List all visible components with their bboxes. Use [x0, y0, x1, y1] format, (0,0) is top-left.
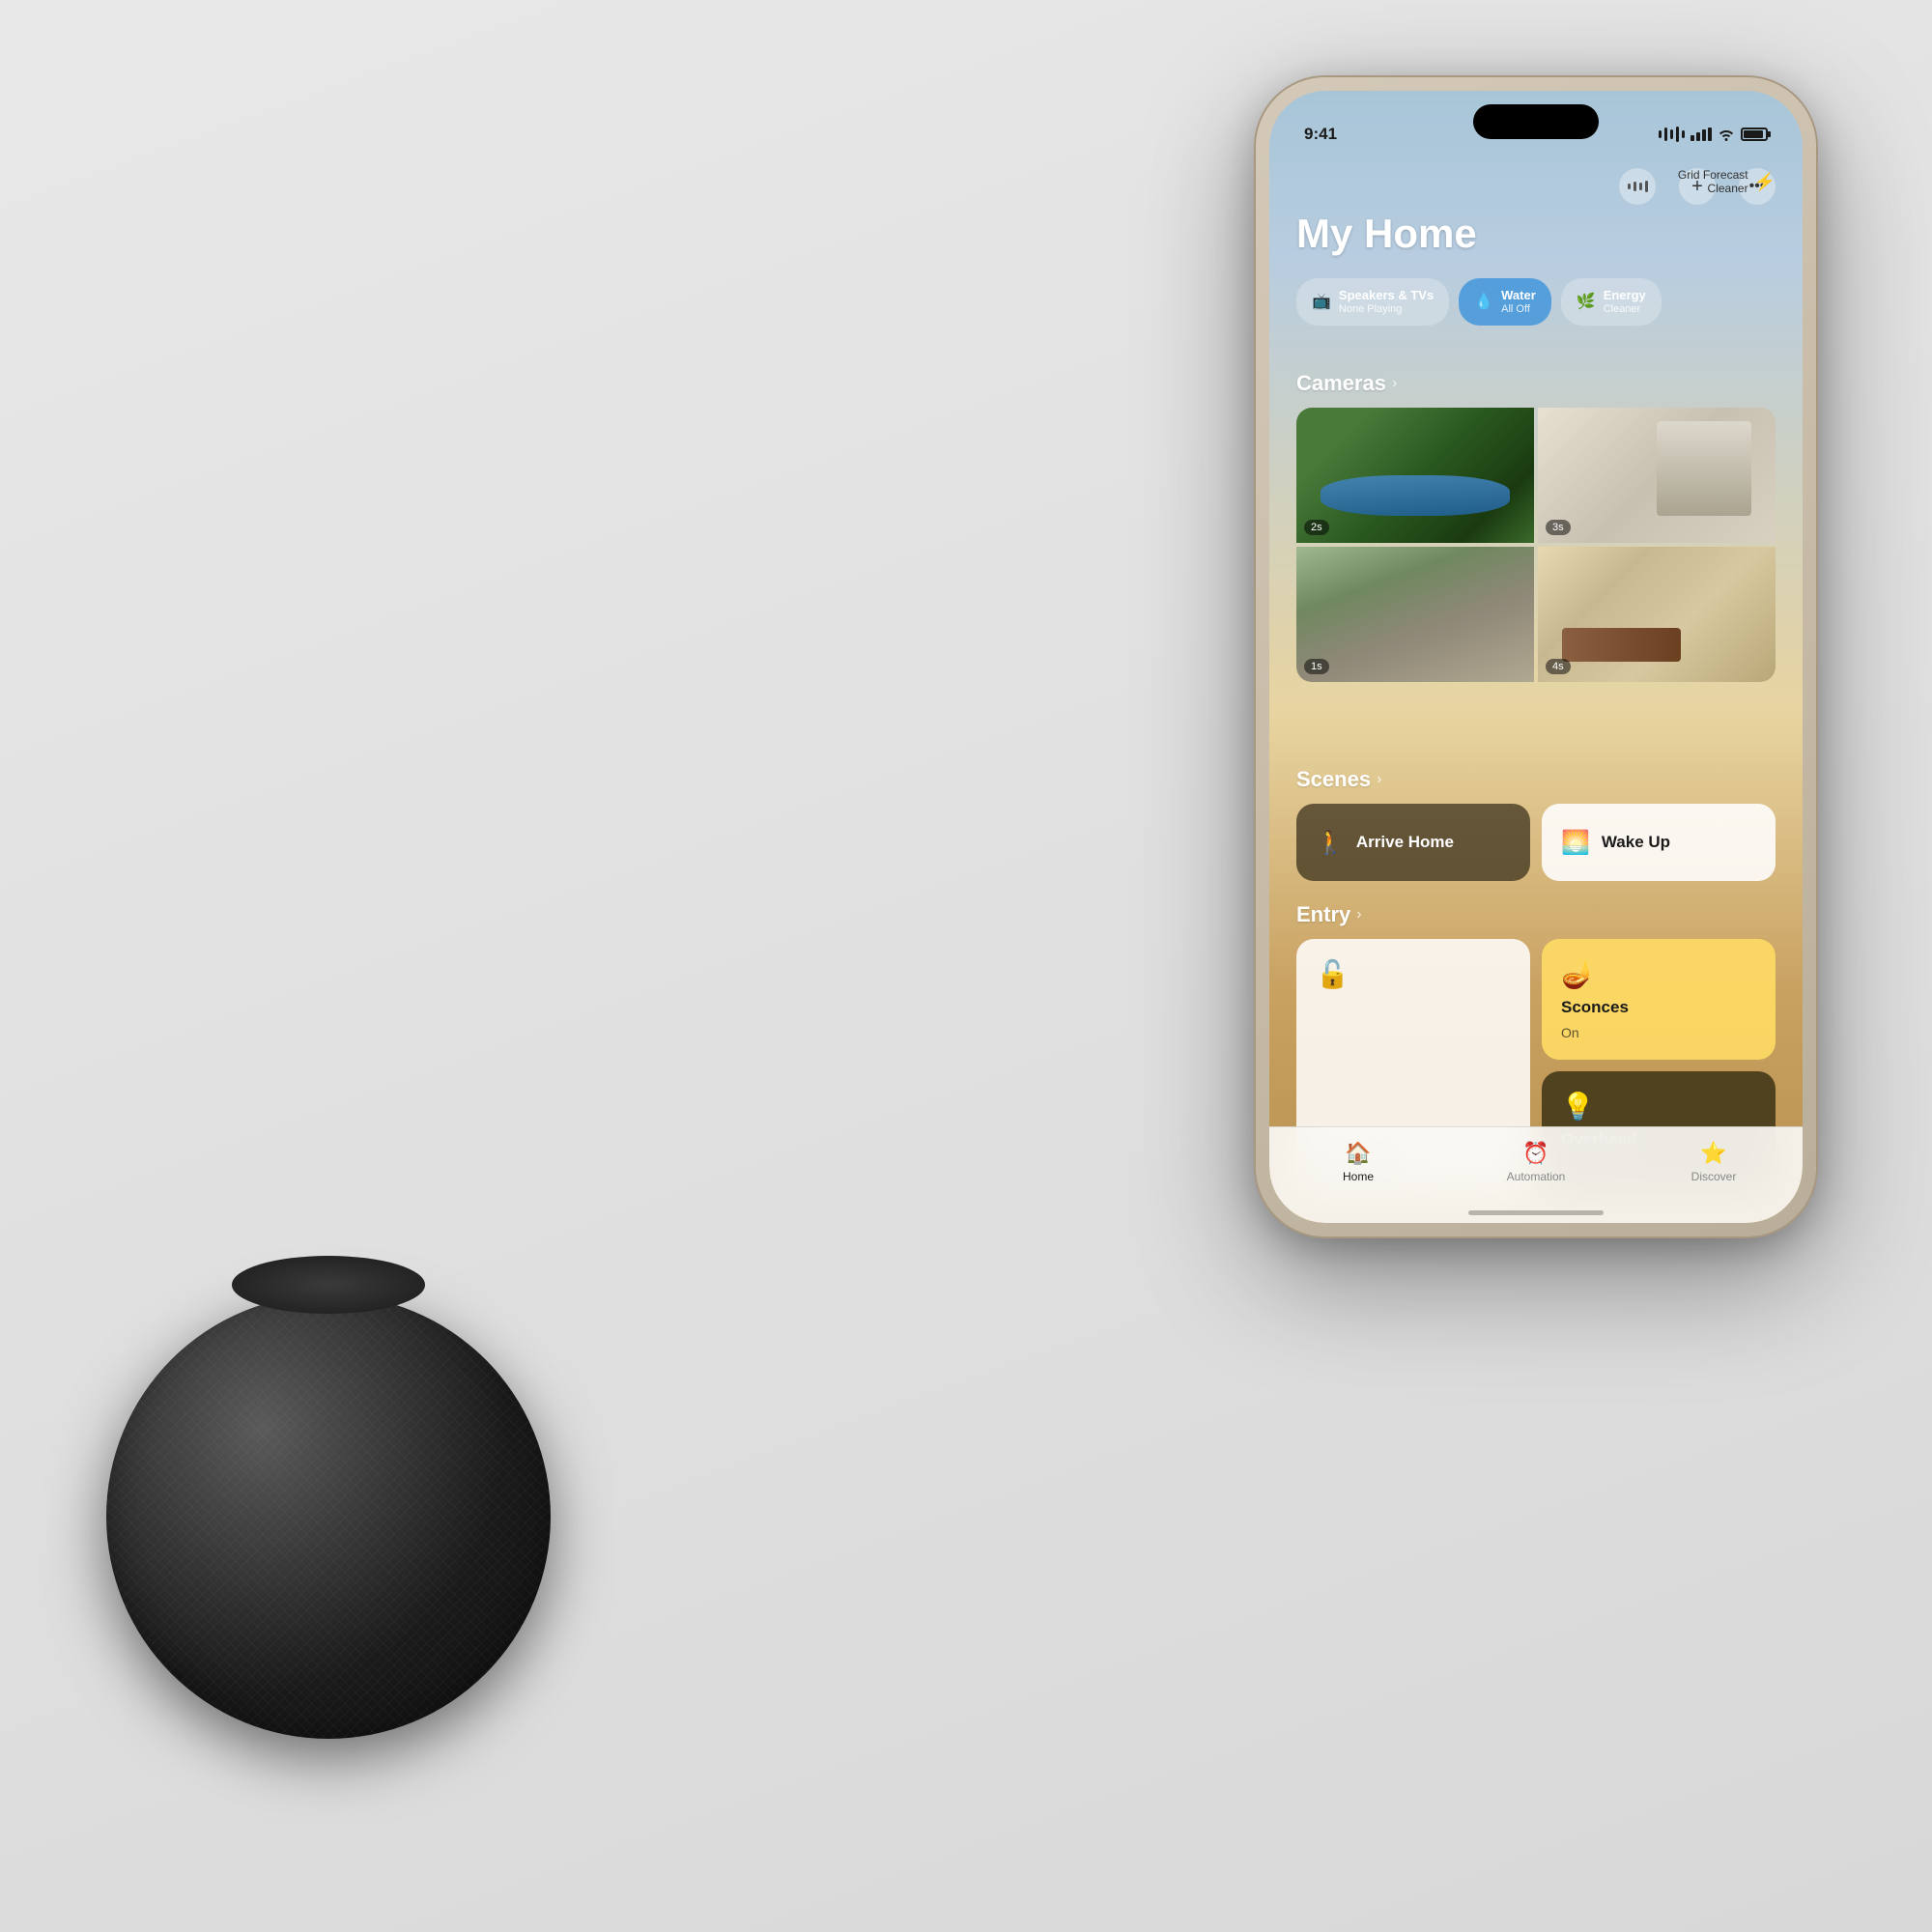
cameras-title: Cameras [1296, 371, 1386, 396]
pill-speakers[interactable]: 📺 Speakers & TVs None Playing [1296, 278, 1449, 326]
app-content: 9:41 [1269, 91, 1803, 1223]
wifi-icon [1718, 128, 1735, 141]
status-icons [1659, 127, 1768, 142]
camera-thumb-living[interactable]: 4s [1538, 547, 1776, 682]
camera-thumb-pool[interactable]: 2s [1296, 408, 1534, 543]
dynamic-island [1473, 104, 1599, 139]
front-door-icon: 🔓 [1316, 958, 1511, 990]
siri-button[interactable] [1619, 168, 1656, 205]
wake-up-icon: 🌅 [1561, 829, 1590, 857]
grid-forecast: Grid Forecast Cleaner ⚡ [1678, 168, 1776, 195]
scene-wake-up[interactable]: 🌅 Wake Up [1542, 804, 1776, 881]
energy-sublabel: Cleaner [1604, 303, 1646, 316]
tab-automation[interactable]: ⏰ Automation [1447, 1141, 1625, 1183]
home-tab-label: Home [1343, 1170, 1374, 1183]
battery-icon [1741, 128, 1768, 141]
cameras-grid: 2s 3s 1s 4s [1296, 408, 1776, 682]
homepod [77, 1236, 580, 1739]
scene: 9:41 [0, 0, 1932, 1932]
scenes-row: 🚶 Arrive Home 🌅 Wake Up [1269, 804, 1803, 881]
signal-bars-icon [1690, 128, 1712, 141]
homepod-body [106, 1294, 551, 1739]
camera-thumb-driveway[interactable]: 1s [1296, 547, 1534, 682]
water-label: Water [1501, 288, 1536, 303]
sconces-icon: 🪔 [1561, 958, 1756, 990]
overhead-icon: 💡 [1561, 1091, 1756, 1122]
page-title: My Home [1296, 211, 1477, 257]
entry-header: Entry › [1269, 902, 1803, 927]
entry-card-sconces[interactable]: 🪔 Sconces On [1542, 939, 1776, 1060]
camera-badge-2: 3s [1546, 520, 1571, 535]
grid-forecast-icon: ⚡ [1754, 172, 1776, 192]
speakers-label: Speakers & TVs [1339, 288, 1434, 303]
category-pills: 📺 Speakers & TVs None Playing 💧 Water Al… [1296, 278, 1776, 326]
status-time: 9:41 [1304, 125, 1337, 144]
wake-up-label: Wake Up [1602, 833, 1670, 852]
home-tab-icon: 🏠 [1345, 1141, 1371, 1166]
home-indicator [1468, 1210, 1604, 1215]
cameras-chevron-icon: › [1392, 375, 1397, 392]
pill-energy[interactable]: 🌿 Energy Cleaner [1561, 278, 1662, 326]
iphone-screen: 9:41 [1269, 91, 1803, 1223]
iphone: 9:41 [1256, 77, 1816, 1236]
sconces-label: Sconces [1561, 998, 1756, 1017]
arrive-home-label: Arrive Home [1356, 833, 1454, 852]
energy-icon: 🌿 [1577, 292, 1596, 311]
water-icon: 💧 [1474, 292, 1493, 311]
arrive-home-icon: 🚶 [1316, 829, 1345, 857]
scenes-title: Scenes [1296, 767, 1371, 792]
speakers-sublabel: None Playing [1339, 303, 1434, 316]
automation-tab-label: Automation [1507, 1170, 1566, 1183]
discover-tab-label: Discover [1691, 1170, 1737, 1183]
discover-tab-icon: ⭐ [1700, 1141, 1726, 1166]
scenes-section: Scenes › 🚶 Arrive Home 🌅 Wake Up [1269, 767, 1803, 881]
scene-arrive-home[interactable]: 🚶 Arrive Home [1296, 804, 1530, 881]
speakers-icon: 📺 [1312, 292, 1331, 311]
water-sublabel: All Off [1501, 303, 1536, 316]
siri-icon [1628, 181, 1648, 192]
entry-title: Entry [1296, 902, 1350, 927]
tab-home[interactable]: 🏠 Home [1269, 1141, 1447, 1183]
camera-badge-3: 1s [1304, 659, 1329, 674]
homepod-mesh [106, 1294, 551, 1739]
siri-wave-icon [1659, 127, 1685, 142]
app-header: + ••• My Home Grid Forecast Cle [1269, 168, 1803, 326]
scenes-header: Scenes › [1269, 767, 1803, 792]
energy-label: Energy [1604, 288, 1646, 303]
pill-water[interactable]: 💧 Water All Off [1459, 278, 1551, 326]
cameras-header: Cameras › [1269, 371, 1803, 396]
camera-badge-1: 2s [1304, 520, 1329, 535]
sconces-status: On [1561, 1025, 1756, 1040]
tab-discover[interactable]: ⭐ Discover [1625, 1141, 1803, 1183]
grid-forecast-sublabel: Cleaner [1678, 182, 1748, 195]
scenes-chevron-icon: › [1377, 771, 1381, 788]
automation-tab-icon: ⏰ [1522, 1141, 1548, 1166]
grid-forecast-label: Grid Forecast [1678, 168, 1748, 182]
camera-badge-4: 4s [1546, 659, 1571, 674]
homepod-top [232, 1256, 425, 1314]
camera-thumb-gym[interactable]: 3s [1538, 408, 1776, 543]
entry-chevron-icon: › [1356, 906, 1361, 923]
tab-bar: 🏠 Home ⏰ Automation ⭐ Discover [1269, 1126, 1803, 1223]
cameras-section: Cameras › 2s 3s 1s [1269, 371, 1803, 682]
